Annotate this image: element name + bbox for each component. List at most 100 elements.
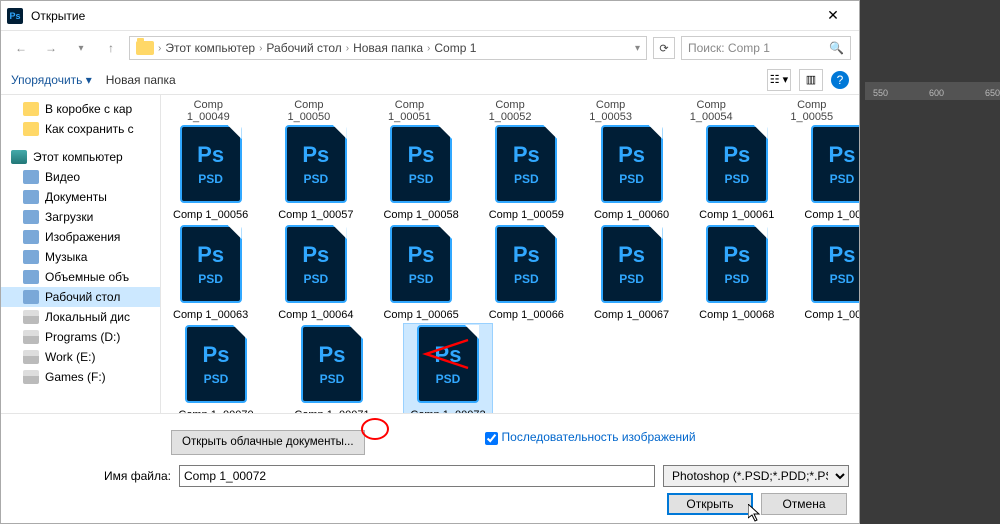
file-item[interactable]: PsPSD Comp 1_00057 (276, 123, 355, 223)
file-item[interactable]: PsPSDComp 1_00064 (276, 223, 355, 323)
back-button[interactable]: ← (9, 36, 33, 60)
breadcrumb-desktop[interactable]: Рабочий стол (266, 41, 341, 55)
psd-file-icon: PsPSD (601, 125, 663, 203)
help-button[interactable]: ? (831, 71, 849, 89)
file-item[interactable]: PsPSD Comp 1_00056 (171, 123, 250, 223)
psd-file-icon: PsPSD (417, 325, 479, 403)
file-row-partial: Comp 1_00049 Comp 1_00050 Comp 1_00051 C… (171, 99, 849, 123)
music-icon (23, 250, 39, 264)
objects-icon (23, 270, 39, 284)
file-grid[interactable]: Comp 1_00049 Comp 1_00050 Comp 1_00051 C… (161, 95, 859, 413)
file-item[interactable]: PsPSD Comp 1_00058 (381, 123, 460, 223)
tree-localdisk[interactable]: Локальный дис (1, 307, 160, 327)
file-label: Comp 1_00065 (383, 309, 458, 321)
filetype-select[interactable]: Photoshop (*.PSD;*.PDD;*.PSDT (663, 465, 849, 487)
organize-menu[interactable]: Упорядочить ▾ (11, 73, 92, 87)
psd-file-icon: PsPSD (495, 225, 557, 303)
close-button[interactable]: ✕ (813, 7, 853, 24)
desktop-icon (23, 290, 39, 304)
filename-label: Имя файла: (11, 469, 171, 483)
nav-bar: ← → ▾ ↑ › Этот компьютер› Рабочий стол› … (1, 31, 859, 65)
new-folder-button[interactable]: Новая папка (106, 73, 176, 87)
images-icon (23, 230, 39, 244)
preview-pane-button[interactable]: ▥ (799, 69, 823, 91)
file-item[interactable]: PsPSDComp 1_00065 (381, 223, 460, 323)
documents-icon (23, 190, 39, 204)
breadcrumb-folder[interactable]: Новая папка (353, 41, 423, 55)
psd-file-icon: PsPSD (390, 125, 452, 203)
drive-icon (23, 310, 39, 324)
open-file-dialog: Ps Открытие ✕ ← → ▾ ↑ › Этот компьютер› … (0, 0, 860, 524)
open-button[interactable]: Открыть (667, 493, 753, 515)
view-mode-button[interactable]: ☷ ▾ (767, 69, 791, 91)
tree-downloads[interactable]: Загрузки (1, 207, 160, 227)
image-sequence-label[interactable]: Последовательность изображений (502, 430, 696, 446)
titlebar: Ps Открытие ✕ (1, 1, 859, 31)
folder-icon (23, 122, 39, 136)
search-input[interactable]: Поиск: Comp 1 🔍 (681, 36, 851, 60)
file-label: Comp 1_00059 (489, 209, 564, 221)
forward-button[interactable]: → (39, 36, 63, 60)
tree-programs-d[interactable]: Programs (D:) (1, 327, 160, 347)
file-item[interactable]: PsPSDComp 1_00069 (802, 223, 859, 323)
file-label: Comp 1_00061 (699, 209, 774, 221)
file-label: Comp 1_00067 (594, 309, 669, 321)
file-label: Comp 1_00068 (699, 309, 774, 321)
file-item[interactable]: PsPSD Comp 1_00067 (592, 223, 671, 323)
tree-games-f[interactable]: Games (F:) (1, 367, 160, 387)
folder-icon (136, 41, 154, 55)
tree-this-pc[interactable]: Этот компьютер (1, 147, 160, 167)
downloads-icon (23, 210, 39, 224)
file-item[interactable]: PsPSDComp 1_00072 (403, 323, 493, 413)
tree-work-e[interactable]: Work (E:) (1, 347, 160, 367)
tree-documents[interactable]: Документы (1, 187, 160, 207)
search-icon: 🔍 (829, 41, 844, 55)
tree-desktop[interactable]: Рабочий стол (1, 287, 160, 307)
file-item[interactable]: PsPSDComp 1_00070 (171, 323, 261, 413)
video-icon (23, 170, 39, 184)
file-item[interactable]: PsPSD Comp 1_00062 (802, 123, 859, 223)
file-item[interactable]: PsPSDComp 1_00061 (697, 123, 776, 223)
image-sequence-checkbox[interactable] (485, 432, 498, 445)
tree-item[interactable]: Как сохранить с (1, 119, 160, 139)
file-item[interactable]: PsPSDComp 1_00068 (697, 223, 776, 323)
tree-videos[interactable]: Видео (1, 167, 160, 187)
psd-file-icon: PsPSD (285, 225, 347, 303)
file-item[interactable]: PsPSDComp 1_00071 (287, 323, 377, 413)
psd-file-icon: PsPSD (301, 325, 363, 403)
file-item[interactable]: PsPSDComp 1_00059 (487, 123, 566, 223)
psd-file-icon: PsPSD (180, 225, 242, 303)
psd-file-icon: PsPSD (285, 125, 347, 203)
open-cloud-button[interactable]: Открыть облачные документы... (171, 430, 365, 455)
ps-app-icon: Ps (7, 8, 23, 24)
psd-file-icon: PsPSD (180, 125, 242, 203)
psd-file-icon: PsPSD (601, 225, 663, 303)
breadcrumb[interactable]: › Этот компьютер› Рабочий стол› Новая па… (129, 36, 647, 60)
psd-file-icon: PsPSD (811, 225, 859, 303)
file-label: Comp 1_00056 (173, 209, 248, 221)
breadcrumb-comp[interactable]: Comp 1 (434, 41, 476, 55)
folder-icon (23, 102, 39, 116)
file-label: Comp 1_00058 (383, 209, 458, 221)
nav-tree: В коробке с кар Как сохранить с Этот ком… (1, 95, 161, 413)
up-button[interactable]: ↑ (99, 36, 123, 60)
tree-item[interactable]: В коробке с кар (1, 99, 160, 119)
tree-music[interactable]: Музыка (1, 247, 160, 267)
file-item[interactable]: PsPSDComp 1_00066 (487, 223, 566, 323)
file-label: Comp 1_00062 (804, 209, 859, 221)
breadcrumb-pc[interactable]: Этот компьютер (165, 41, 255, 55)
filename-input[interactable] (179, 465, 655, 487)
tree-3d[interactable]: Объемные объ (1, 267, 160, 287)
refresh-button[interactable]: ⟳ (653, 37, 675, 59)
file-item[interactable]: PsPSDComp 1_00063 (171, 223, 250, 323)
tree-images[interactable]: Изображения (1, 227, 160, 247)
psd-file-icon: PsPSD (811, 125, 859, 203)
file-item[interactable]: PsPSD Comp 1_00060 (592, 123, 671, 223)
cancel-button[interactable]: Отмена (761, 493, 847, 515)
file-label: Comp 1_00057 (278, 209, 353, 221)
file-label: Comp 1_00060 (594, 209, 669, 221)
pc-icon (11, 150, 27, 164)
recent-dropdown[interactable]: ▾ (69, 36, 93, 60)
photoshop-ruler: 550 600 650 (865, 82, 1000, 100)
drive-icon (23, 350, 39, 364)
